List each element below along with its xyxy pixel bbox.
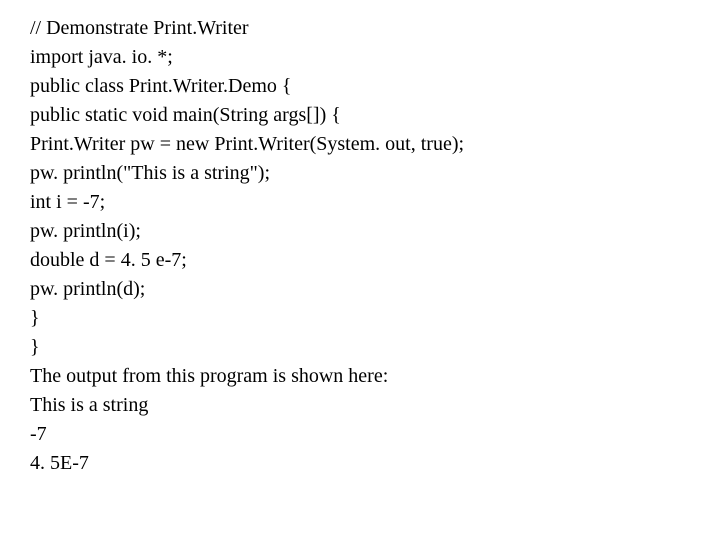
code-line: import java. io. *; (30, 43, 720, 72)
code-line: } (30, 333, 720, 362)
code-line: } (30, 304, 720, 333)
code-line: pw. println(i); (30, 217, 720, 246)
output-line: -7 (30, 420, 720, 449)
code-line: pw. println(d); (30, 275, 720, 304)
code-line: Print.Writer pw = new Print.Writer(Syste… (30, 130, 720, 159)
code-line: public class Print.Writer.Demo { (30, 72, 720, 101)
output-heading: The output from this program is shown he… (30, 362, 720, 391)
code-line: public static void main(String args[]) { (30, 101, 720, 130)
output-line: This is a string (30, 391, 720, 420)
code-line: int i = -7; (30, 188, 720, 217)
code-line: pw. println("This is a string"); (30, 159, 720, 188)
code-line: double d = 4. 5 e-7; (30, 246, 720, 275)
code-line: // Demonstrate Print.Writer (30, 14, 720, 43)
document-page: // Demonstrate Print.Writer import java.… (0, 0, 720, 478)
output-line: 4. 5E-7 (30, 449, 720, 478)
